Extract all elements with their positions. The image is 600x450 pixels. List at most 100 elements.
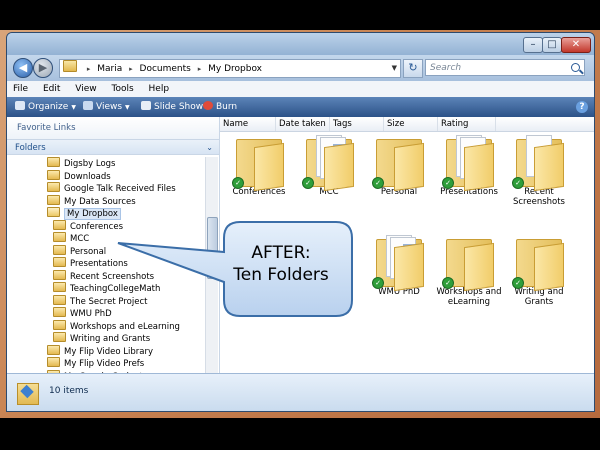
minimize-button[interactable]: –	[523, 37, 543, 53]
folder-icon	[53, 332, 66, 342]
tree-item[interactable]: Writing and Grants	[7, 332, 205, 345]
sync-check-icon: ✓	[232, 177, 244, 189]
folder-icon	[47, 344, 60, 355]
tree-item[interactable]: Google Talk Received Files	[7, 182, 205, 195]
back-button[interactable]: ◀	[13, 58, 33, 78]
help-icon[interactable]: ?	[576, 101, 588, 113]
address-row: ◀ ▶ ▸ Maria ▸ Documents ▸ My Dropbox ▼ ↻…	[7, 55, 594, 81]
scrollbar-thumb[interactable]	[207, 217, 218, 279]
folder-icon	[53, 282, 66, 292]
folder-item[interactable]: ✓ Writing and Grants	[504, 235, 574, 307]
views-label: Views	[96, 102, 123, 112]
views-icon	[83, 101, 93, 110]
chevron-down-icon[interactable]: ⌄	[206, 140, 213, 156]
item-count: 10 items	[49, 386, 89, 396]
maximize-button[interactable]: □	[542, 37, 562, 53]
views-button[interactable]: Views ▼	[83, 97, 130, 117]
tree-item[interactable]: Workshops and eLearning	[7, 319, 205, 333]
folder-icon	[53, 219, 66, 230]
forward-button[interactable]: ▶	[33, 58, 53, 78]
tree-item[interactable]: The Secret Project	[7, 294, 205, 308]
folder-icon	[47, 157, 60, 167]
refresh-button[interactable]: ↻	[403, 59, 423, 78]
menu-file[interactable]: File	[13, 84, 28, 94]
dropbox-folder-icon	[17, 380, 39, 405]
menu-tools[interactable]: Tools	[111, 84, 133, 94]
title-bar[interactable]: – □ ✕	[7, 33, 594, 55]
tree-item[interactable]: My Data Sources	[7, 194, 205, 208]
menu-bar: File Edit View Tools Help	[7, 81, 594, 98]
tree-item[interactable]: My Dropbox	[7, 207, 205, 220]
tree-item[interactable]: Downloads	[7, 169, 205, 183]
search-icon[interactable]	[571, 63, 580, 72]
address-bar[interactable]: ▸ Maria ▸ Documents ▸ My Dropbox ▼	[59, 59, 401, 78]
folder-icon: ✓	[372, 235, 424, 292]
tree-item[interactable]: My Flip Video Prefs	[7, 357, 205, 370]
tree-item-label: TeachingCollegeMath	[70, 284, 161, 294]
folder-icon	[53, 307, 66, 317]
folder-icon	[47, 357, 60, 367]
breadcrumb-my-dropbox[interactable]: My Dropbox	[208, 64, 262, 74]
tree-item-label: Writing and Grants	[70, 334, 151, 344]
tree-item-label: Recent Screenshots	[70, 271, 155, 282]
tree-item-label: Downloads	[64, 171, 111, 182]
column-size[interactable]: Size	[384, 117, 438, 131]
address-dropdown-icon[interactable]: ▼	[392, 60, 397, 77]
menu-view[interactable]: View	[75, 84, 96, 94]
folders-header[interactable]: Folders ⌄	[7, 139, 219, 155]
callout-line-2: Ten Folders	[233, 265, 329, 285]
burn-button[interactable]: Burn	[203, 97, 237, 117]
folder-icon	[53, 244, 66, 255]
organize-icon	[15, 101, 25, 110]
tree-item[interactable]: Digsby Logs	[7, 157, 205, 170]
sync-check-icon: ✓	[302, 177, 314, 189]
folder-icon: ✓	[372, 135, 424, 192]
tree-item[interactable]: TeachingCollegeMath	[7, 282, 205, 295]
tree-scrollbar[interactable]	[205, 157, 218, 373]
tree-item[interactable]: Recent Screenshots	[7, 269, 205, 283]
folder-item[interactable]: ✓ Conferences	[224, 135, 294, 197]
folder-icon	[53, 269, 66, 280]
sync-check-icon: ✓	[442, 177, 454, 189]
menu-help[interactable]: Help	[149, 84, 170, 94]
favorite-links-header[interactable]: Favorite Links	[7, 117, 219, 139]
folder-item[interactable]: ✓ Workshops and eLearning	[434, 235, 504, 307]
folder-item[interactable]: ✓ MCC	[294, 135, 364, 197]
tree-item-label: MCC	[70, 234, 90, 244]
folder-item[interactable]: ✓ WMU PhD	[364, 235, 434, 297]
tree-item-label: WMU PhD	[70, 309, 112, 319]
tree-item[interactable]: My Flip Video Library	[7, 344, 205, 358]
folder-icon	[47, 207, 60, 217]
folder-item[interactable]: ✓ Personal	[364, 135, 434, 197]
sync-check-icon: ✓	[372, 277, 384, 289]
folder-item[interactable]: ✓ Recent Screenshots	[504, 135, 574, 207]
slideshow-button[interactable]: Slide Show	[141, 97, 203, 117]
tree-item[interactable]: WMU PhD	[7, 307, 205, 320]
tree-item-label: My Flip Video Prefs	[64, 359, 145, 369]
breadcrumb-maria[interactable]: Maria	[97, 64, 122, 74]
folder-icon: ✓	[512, 135, 564, 192]
tree-item[interactable]: Conferences	[7, 219, 205, 233]
column-date-taken[interactable]: Date taken	[276, 117, 330, 131]
callout-text: AFTER: Ten Folders	[222, 242, 340, 286]
folder-icon	[63, 60, 77, 72]
column-tags[interactable]: Tags	[330, 117, 384, 131]
sync-check-icon: ✓	[512, 177, 524, 189]
tree-item-label: My Flip Video Library	[64, 346, 154, 357]
tree-item[interactable]: Personal	[7, 244, 205, 258]
tree-item[interactable]: Presentations	[7, 257, 205, 270]
folder-item[interactable]: ✓ Presentations	[434, 135, 504, 197]
tree-item-label: Google Talk Received Files	[64, 184, 176, 194]
organize-button[interactable]: Organize ▼	[15, 97, 76, 117]
close-button[interactable]: ✕	[561, 37, 591, 53]
command-toolbar: Organize ▼ Views ▼ Slide Show Burn ?	[7, 97, 594, 117]
menu-edit[interactable]: Edit	[43, 84, 60, 94]
tree-item[interactable]: MCC	[7, 232, 205, 245]
column-name[interactable]: Name	[220, 117, 276, 131]
status-bar: 10 items	[7, 373, 594, 411]
breadcrumb-documents[interactable]: Documents	[140, 64, 191, 74]
folder-icon	[47, 169, 60, 180]
search-input[interactable]: Search	[425, 59, 585, 76]
column-rating[interactable]: Rating	[438, 117, 496, 131]
navigation-pane: Favorite Links Folders ⌄ Digsby Logs Down…	[7, 117, 220, 373]
